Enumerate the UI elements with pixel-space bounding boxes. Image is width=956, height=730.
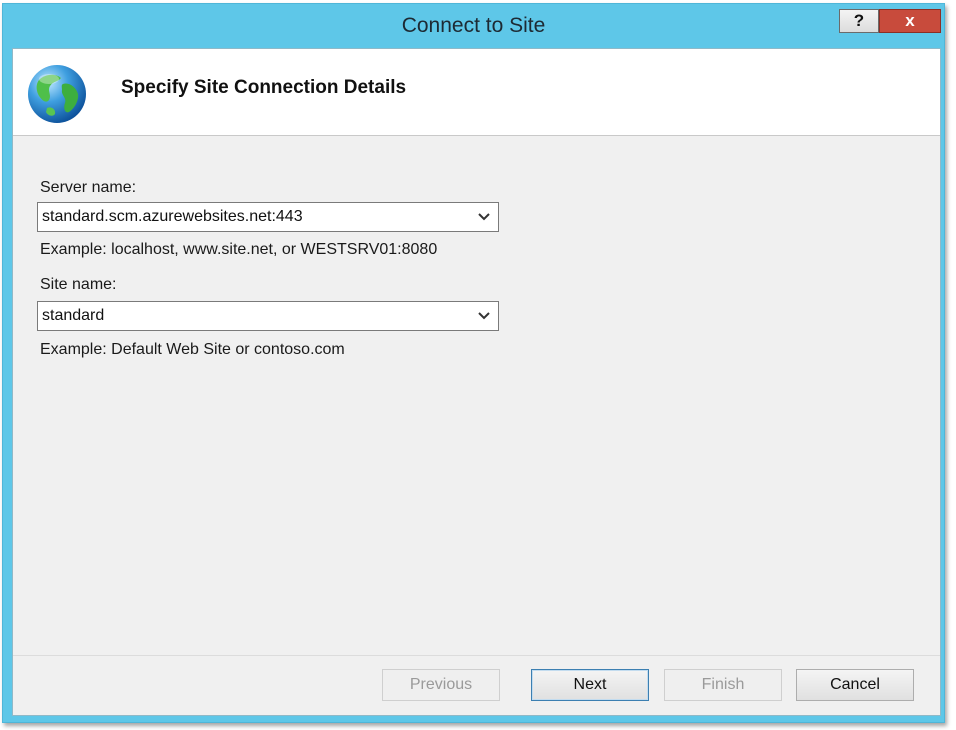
previous-button[interactable]: Previous xyxy=(382,669,500,701)
server-name-combobox[interactable]: standard.scm.azurewebsites.net:443 xyxy=(37,202,499,232)
cancel-button[interactable]: Cancel xyxy=(796,669,914,701)
close-button[interactable]: x xyxy=(879,9,941,33)
globe-icon xyxy=(28,65,86,123)
connect-to-site-dialog: Connect to Site ? x Specify Site Connect… xyxy=(2,3,945,723)
header-panel: Specify Site Connection Details xyxy=(13,49,940,136)
help-button[interactable]: ? xyxy=(839,9,879,33)
next-button[interactable]: Next xyxy=(531,669,649,701)
site-name-example: Example: Default Web Site or contoso.com xyxy=(40,341,345,358)
chevron-down-icon[interactable] xyxy=(478,311,490,321)
server-name-example: Example: localhost, www.site.net, or WES… xyxy=(40,241,438,258)
page-title: Specify Site Connection Details xyxy=(121,77,407,98)
dialog-client-area: Specify Site Connection Details Server n… xyxy=(12,48,941,716)
site-name-value[interactable]: standard xyxy=(42,307,104,325)
server-name-value[interactable]: standard.scm.azurewebsites.net:443 xyxy=(42,208,303,226)
window-title: Connect to Site xyxy=(401,14,546,37)
server-name-label: Server name: xyxy=(40,179,137,196)
site-name-label: Site name: xyxy=(40,276,117,293)
title-bar[interactable]: Connect to Site ? x xyxy=(3,4,944,48)
chevron-down-icon[interactable] xyxy=(478,212,490,222)
site-name-combobox[interactable]: standard xyxy=(37,301,499,331)
finish-button[interactable]: Finish xyxy=(664,669,782,701)
